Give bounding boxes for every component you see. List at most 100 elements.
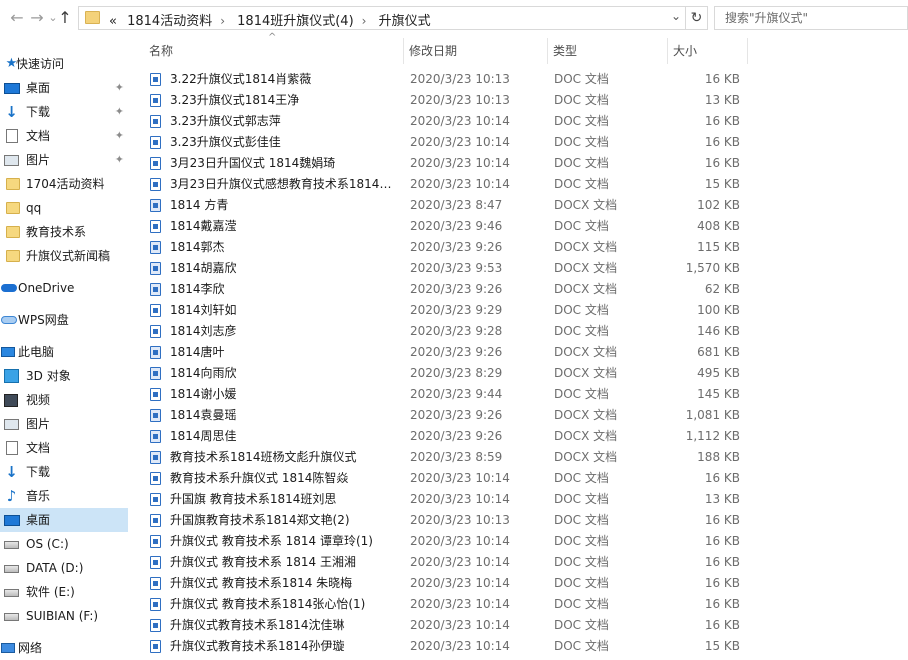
column-header-size[interactable]: 大小 <box>668 38 746 64</box>
breadcrumb: « 1814活动资料 › 1814班升旗仪式(4) › 升旗仪式 <box>109 10 437 29</box>
column-divider[interactable] <box>747 38 748 64</box>
file-row[interactable]: 1814刘轩如 2020/3/23 9:29 DOC 文档 100 KB <box>144 300 754 321</box>
file-date: 2020/3/23 9:26 <box>410 429 503 443</box>
search-box[interactable] <box>714 6 908 30</box>
sidebar-item-drive-c[interactable]: OS (C:) <box>0 532 128 556</box>
file-row[interactable]: 3月23日升旗仪式感想教育技术系1814陈... 2020/3/23 10:14 D… <box>144 174 754 195</box>
file-size: 408 KB <box>697 219 740 233</box>
file-size: 16 KB <box>704 534 740 548</box>
file-row[interactable]: 1814周思佳 2020/3/23 9:26 DOCX 文档 1,112 KB <box>144 426 754 447</box>
sidebar-item-qq-folder[interactable]: qq <box>0 196 128 220</box>
sidebar-item-downloads[interactable]: ↓ 下载 ✦ <box>0 100 128 124</box>
sidebar-item-label: 图片 <box>26 417 51 431</box>
sidebar-item-desktop[interactable]: 桌面 ✦ <box>0 76 128 100</box>
breadcrumb-item[interactable]: 1814活动资料 <box>127 14 212 29</box>
pin-icon[interactable]: ✦ <box>115 100 124 124</box>
sidebar-item-this-pc[interactable]: 此电脑 <box>0 340 128 364</box>
sidebar-item-documents-pc[interactable]: 文档 <box>0 436 128 460</box>
sidebar-item-wps-cloud[interactable]: WPS网盘 <box>0 308 128 332</box>
sidebar-item-music[interactable]: ♪ 音乐 <box>0 484 128 508</box>
pictures-icon <box>4 155 19 166</box>
file-row[interactable]: 1814袁曼瑶 2020/3/23 9:26 DOCX 文档 1,081 KB <box>144 405 754 426</box>
word-document-icon <box>150 262 161 275</box>
file-row[interactable]: 3.23升旗仪式郭志萍 2020/3/23 10:14 DOC 文档 16 KB <box>144 111 754 132</box>
breadcrumb-item[interactable]: 升旗仪式 <box>379 14 431 29</box>
word-document-icon <box>150 493 161 506</box>
breadcrumb-separator-icon[interactable]: › <box>220 14 225 28</box>
file-row[interactable]: 升旗仪式教育技术系1814沈佳琳 2020/3/23 10:14 DOC 文档 16 … <box>144 615 754 636</box>
file-row[interactable]: 1814李欣 2020/3/23 9:26 DOCX 文档 62 KB <box>144 279 754 300</box>
sidebar-item-drive-e[interactable]: 软件 (E:) <box>0 580 128 604</box>
sidebar-item-label: 3D 对象 <box>26 369 71 383</box>
download-icon: ↓ <box>5 463 18 481</box>
sidebar-item-videos[interactable]: 视频 <box>0 388 128 412</box>
file-type: DOCX 文档 <box>554 408 618 422</box>
file-row[interactable]: 3.23升旗仪式1814王净 2020/3/23 10:13 DOC 文档 13 KB <box>144 90 754 111</box>
file-row[interactable]: 1814向雨欣 2020/3/23 8:29 DOCX 文档 495 KB <box>144 363 754 384</box>
file-type: DOCX 文档 <box>554 282 618 296</box>
file-size: 146 KB <box>697 324 740 338</box>
address-bar[interactable]: « 1814活动资料 › 1814班升旗仪式(4) › 升旗仪式 ⌄ <box>78 6 686 30</box>
file-type: DOCX 文档 <box>554 429 618 443</box>
file-row[interactable]: 3.22升旗仪式1814肖紫薇 2020/3/23 10:13 DOC 文档 16 K… <box>144 69 754 90</box>
sidebar-item-pictures-pc[interactable]: 图片 <box>0 412 128 436</box>
sidebar-item-drive-f[interactable]: SUIBIAN (F:) <box>0 604 128 628</box>
search-input[interactable] <box>715 7 907 29</box>
word-document-icon <box>150 115 161 128</box>
file-row[interactable]: 1814胡嘉欣 2020/3/23 9:53 DOCX 文档 1,570 KB <box>144 258 754 279</box>
column-header-name[interactable]: 名称 <box>144 38 402 64</box>
sidebar-item-news-folder[interactable]: 升旗仪式新闻稿 <box>0 244 128 268</box>
sidebar-item-desktop-pc[interactable]: 桌面 <box>0 508 128 532</box>
file-name: 升旗仪式教育技术系1814孙伊璇 <box>170 639 345 653</box>
sidebar-item-3d-objects[interactable]: 3D 对象 <box>0 364 128 388</box>
sidebar-item-drive-d[interactable]: DATA (D:) <box>0 556 128 580</box>
file-row[interactable]: 教育技术系1814班杨文彪升旗仪式 2020/3/23 8:59 DOCX 文档 18… <box>144 447 754 468</box>
file-date: 2020/3/23 10:13 <box>410 93 510 107</box>
sidebar-item-quick-access[interactable]: ★ 快速访问 <box>0 52 128 76</box>
file-row[interactable]: 升国旗 教育技术系1814班刘思 2020/3/23 10:14 DOC 文档 13 … <box>144 489 754 510</box>
word-document-icon <box>150 157 161 170</box>
file-row[interactable]: 升旗仪式 教育技术系 1814 谭章玲(1) 2020/3/23 10:14 DOC… <box>144 531 754 552</box>
sidebar-item-1704-folder[interactable]: 1704活动资料 <box>0 172 128 196</box>
file-row[interactable]: 1814谢小媛 2020/3/23 9:44 DOC 文档 145 KB <box>144 384 754 405</box>
pin-icon[interactable]: ✦ <box>115 76 124 100</box>
file-size: 13 KB <box>704 93 740 107</box>
file-row[interactable]: 升旗仪式 教育技术系 1814 王湘湘 2020/3/23 10:14 DOC 文档… <box>144 552 754 573</box>
pin-icon[interactable]: ✦ <box>115 124 124 148</box>
up-button[interactable]: ↑ <box>56 8 74 28</box>
breadcrumb-separator-icon[interactable]: › <box>362 14 367 28</box>
sidebar-item-label: 图片 <box>26 153 51 167</box>
sidebar-item-label: 音乐 <box>26 489 51 503</box>
pin-icon[interactable]: ✦ <box>115 148 124 172</box>
file-row[interactable]: 升国旗教育技术系1814郑文艳(2) 2020/3/23 10:13 DOC 文档 1… <box>144 510 754 531</box>
file-type: DOC 文档 <box>554 303 609 317</box>
sidebar-item-pictures[interactable]: 图片 ✦ <box>0 148 128 172</box>
file-row[interactable]: 教育技术系升旗仪式 1814陈智焱 2020/3/23 10:14 DOC 文档 16… <box>144 468 754 489</box>
sidebar-item-network[interactable]: 网络 <box>0 636 128 660</box>
file-name: 1814郭杰 <box>170 240 225 254</box>
file-row[interactable]: 升旗仪式 教育技术系1814 朱晓梅 2020/3/23 10:14 DOC 文档 1… <box>144 573 754 594</box>
sidebar-item-downloads-pc[interactable]: ↓ 下载 <box>0 460 128 484</box>
sidebar-item-onedrive[interactable]: OneDrive <box>0 276 128 300</box>
refresh-button[interactable]: ↻ <box>686 6 708 30</box>
breadcrumb-overflow[interactable]: « <box>109 14 117 29</box>
column-header-type[interactable]: 类型 <box>548 38 666 64</box>
sidebar-item-documents[interactable]: 文档 ✦ <box>0 124 128 148</box>
drive-icon <box>4 541 19 549</box>
file-row[interactable]: 1814郭杰 2020/3/23 9:26 DOCX 文档 115 KB <box>144 237 754 258</box>
file-row[interactable]: 1814 方青 2020/3/23 8:47 DOCX 文档 102 KB <box>144 195 754 216</box>
file-row[interactable]: 1814刘志彦 2020/3/23 9:28 DOC 文档 146 KB <box>144 321 754 342</box>
column-header-date[interactable]: 修改日期 <box>404 38 546 64</box>
file-row[interactable]: 升旗仪式 教育技术系1814张心怡(1) 2020/3/23 10:14 DOC 文… <box>144 594 754 615</box>
sidebar-item-edu-tech-folder[interactable]: 教育技术系 <box>0 220 128 244</box>
file-row[interactable]: 升旗仪式教育技术系1814孙伊璇 2020/3/23 10:14 DOC 文档 15 … <box>144 636 754 657</box>
file-row[interactable]: 1814戴嘉滢 2020/3/23 9:46 DOC 文档 408 KB <box>144 216 754 237</box>
breadcrumb-item[interactable]: 1814班升旗仪式(4) <box>237 14 354 29</box>
address-dropdown-icon[interactable]: ⌄ <box>671 9 681 23</box>
pictures-icon <box>4 419 19 430</box>
back-button[interactable]: ← <box>8 8 26 28</box>
file-row[interactable]: 1814唐叶 2020/3/23 9:26 DOCX 文档 681 KB <box>144 342 754 363</box>
file-name: 1814刘志彦 <box>170 324 237 338</box>
file-row[interactable]: 3.23升旗仪式彭佳佳 2020/3/23 10:14 DOC 文档 16 KB <box>144 132 754 153</box>
file-row[interactable]: 3月23日升国仪式 1814魏娟琦 2020/3/23 10:14 DOC 文档 16… <box>144 153 754 174</box>
